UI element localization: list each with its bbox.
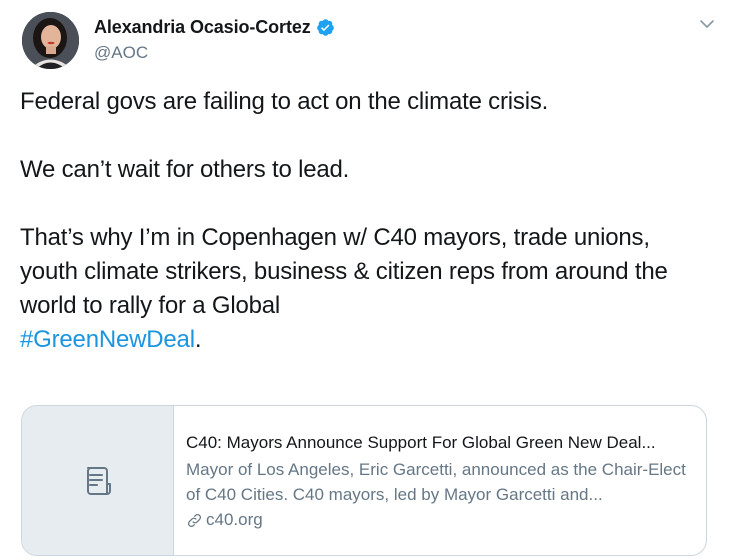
hashtag-suffix: .	[194, 326, 202, 353]
tweet-paragraph: That’s why I’m in Copenhagen w/ C40 mayo…	[20, 221, 700, 357]
tweet-paragraph: Federal govs are failing to act on the c…	[20, 88, 549, 115]
profile-photo-icon	[22, 12, 79, 69]
tweet-paragraph: We can’t wait for others to lead.	[20, 156, 350, 183]
tweet: Alexandria Ocasio-Cortez @AOC Federal go…	[0, 0, 731, 560]
card-description: Mayor of Los Angeles, Eric Garcetti, ann…	[186, 460, 686, 504]
card-domain: c40.org	[186, 507, 696, 532]
document-icon	[86, 466, 111, 495]
tweet-text: Federal govs are failing to act on the c…	[20, 85, 700, 357]
avatar[interactable]	[22, 12, 79, 69]
verified-badge-icon	[316, 18, 335, 37]
hashtag-link[interactable]: #GreenNewDeal	[20, 326, 195, 353]
chevron-down-icon[interactable]	[697, 14, 717, 34]
card-domain-text: c40.org	[206, 510, 263, 529]
tweet-paragraph-text: That’s why I’m in Copenhagen w/ C40 mayo…	[20, 224, 668, 319]
link-preview-card[interactable]: C40: Mayors Announce Support For Global …	[21, 405, 707, 556]
link-icon	[186, 511, 203, 528]
author-display-name[interactable]: Alexandria Ocasio-Cortez	[94, 17, 311, 38]
author-name-row[interactable]: Alexandria Ocasio-Cortez	[94, 17, 335, 38]
card-thumbnail	[22, 406, 174, 555]
card-content: C40: Mayors Announce Support For Global …	[174, 406, 706, 555]
card-title: C40: Mayors Announce Support For Global …	[186, 433, 656, 452]
author-handle[interactable]: @AOC	[94, 43, 148, 63]
